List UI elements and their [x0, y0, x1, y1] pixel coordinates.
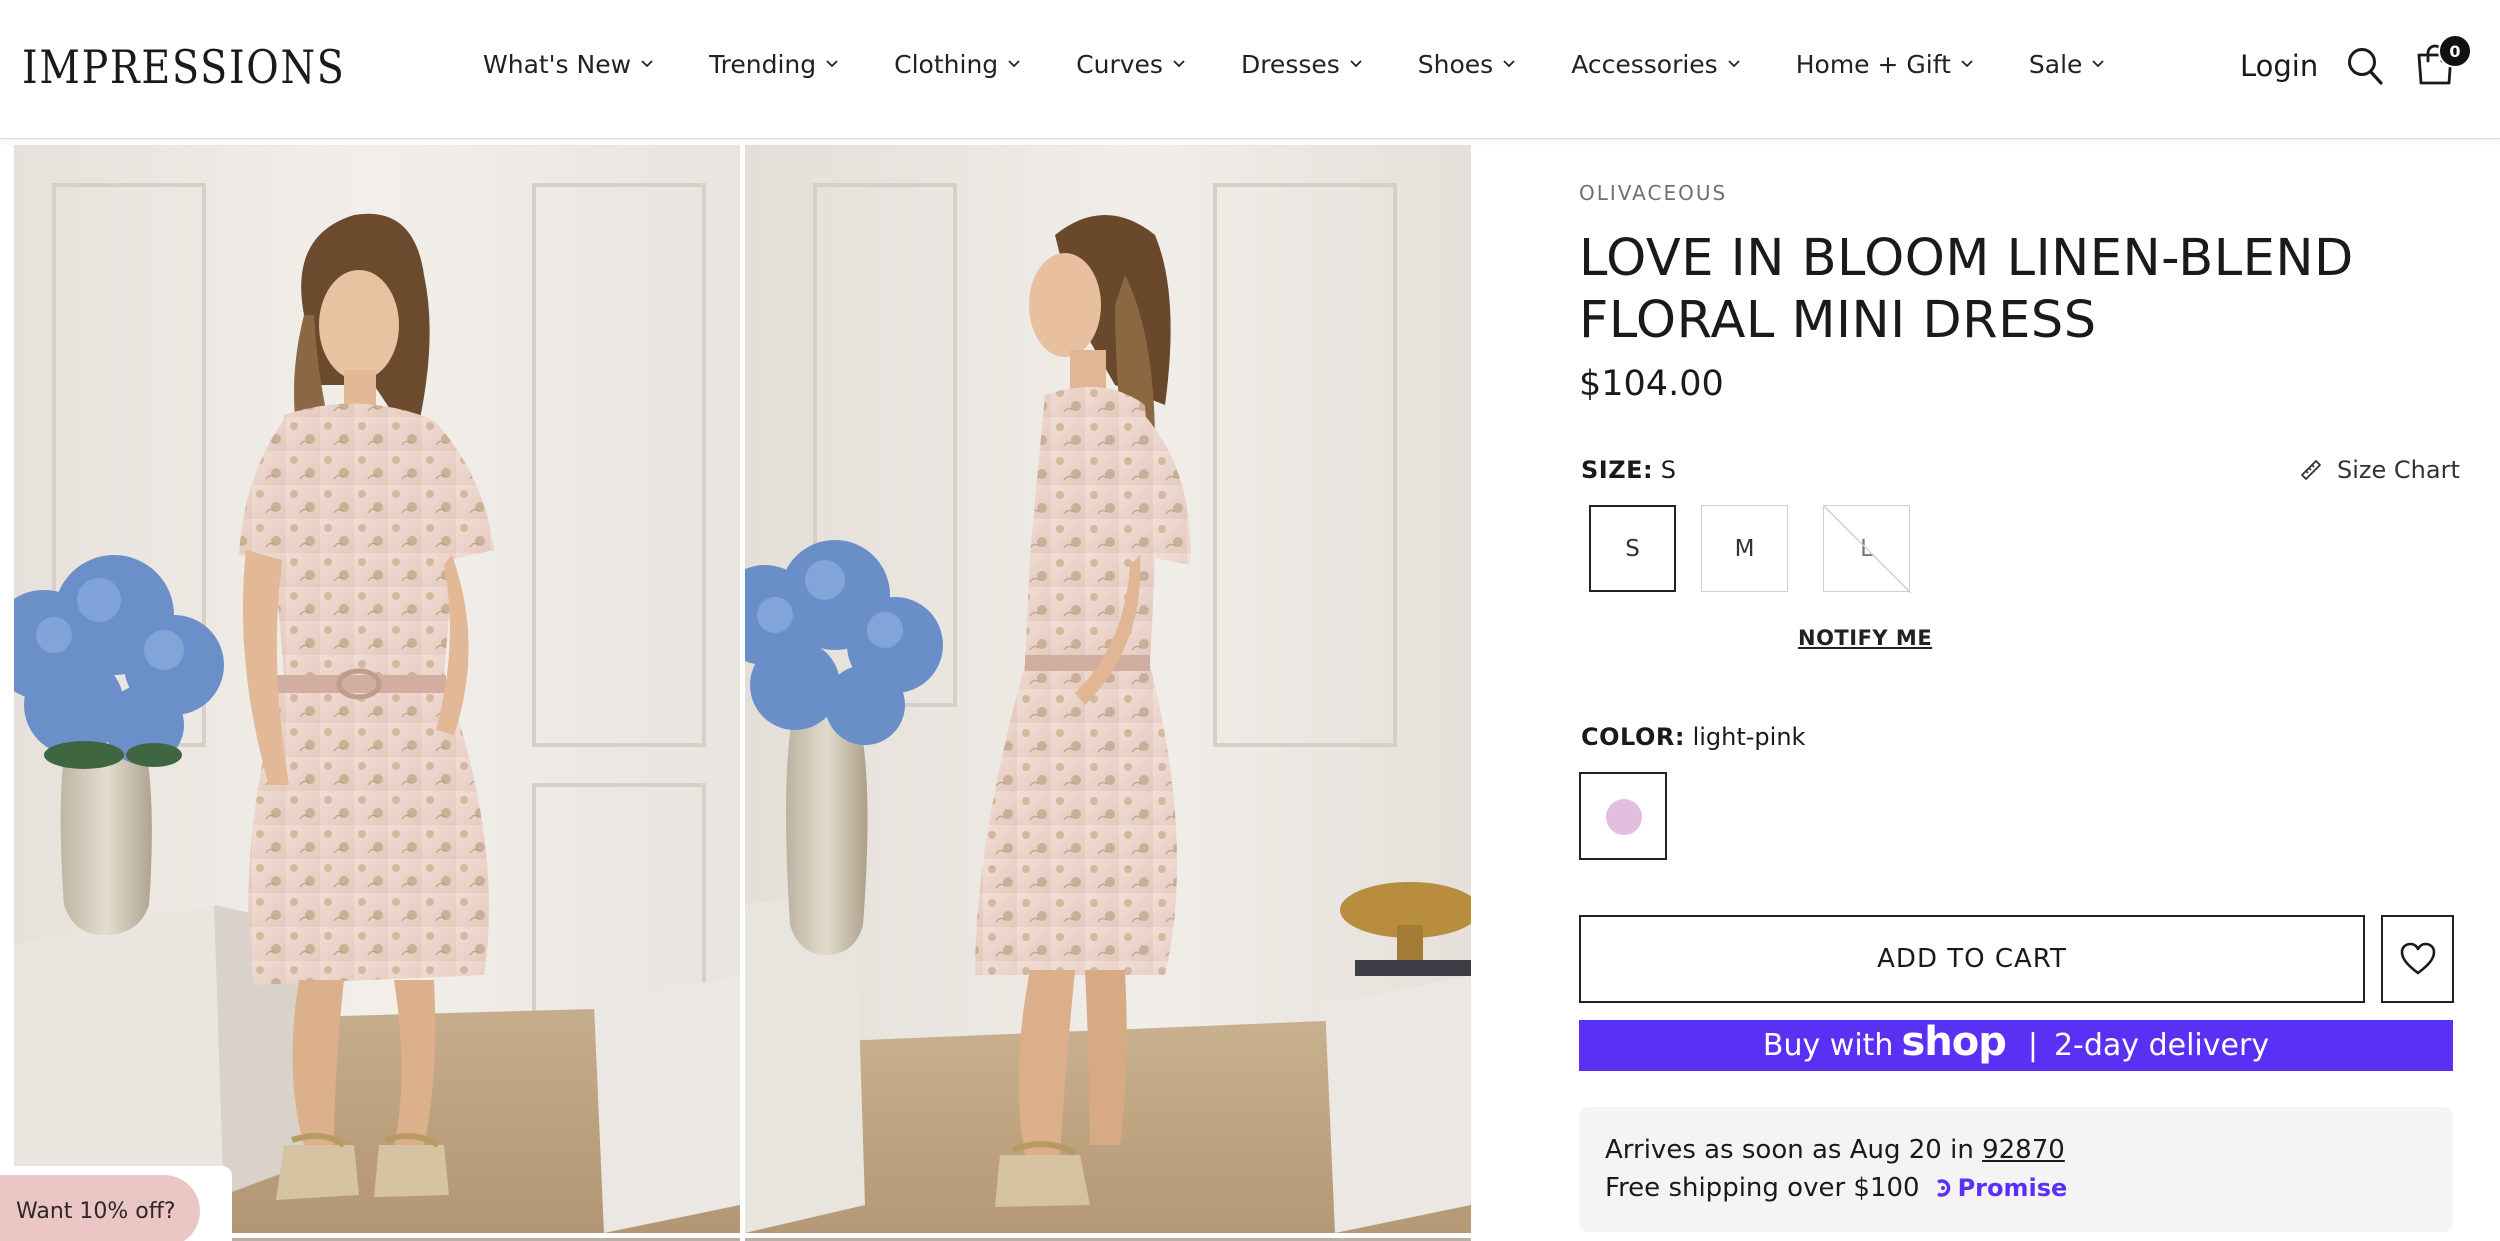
- chevron-down-icon: [1008, 59, 1020, 67]
- nav-item-curves[interactable]: Curves: [1076, 50, 1185, 79]
- size-option-m[interactable]: M: [1701, 505, 1788, 592]
- delivery-estimate-text: Arrives as soon as Aug 20 in: [1605, 1135, 1974, 1165]
- cart-count-badge: 0: [2438, 34, 2472, 68]
- color-swatch-light-pink[interactable]: [1579, 772, 1667, 860]
- shop-pay-button[interactable]: Buy with shop | 2-day delivery: [1579, 1018, 2453, 1071]
- promise-badge-label: Promise: [1957, 1174, 2068, 1202]
- chevron-down-icon: [1350, 59, 1362, 67]
- nav-item-whats-new[interactable]: What's New: [483, 50, 653, 79]
- free-shipping-text: Free shipping over $100: [1605, 1173, 1920, 1203]
- nav-item-accessories[interactable]: Accessories: [1571, 50, 1740, 79]
- swatch-color-dot: [1606, 799, 1642, 835]
- shop-pay-logo: shop: [1901, 1018, 2006, 1065]
- delivery-estimate: Arrives as soon as Aug 20 in 92870: [1605, 1135, 2065, 1165]
- notify-me-link[interactable]: NOTIFY ME: [1798, 626, 1932, 650]
- color-selected-value: light-pink: [1692, 723, 1806, 751]
- chevron-down-icon: [1503, 59, 1515, 67]
- nav-item-clothing[interactable]: Clothing: [894, 50, 1020, 79]
- chevron-down-icon: [2092, 59, 2105, 67]
- site-logo[interactable]: IMPRESSIONS: [22, 40, 346, 94]
- size-selected-value: S: [1660, 456, 1676, 484]
- size-option-label: S: [1625, 535, 1640, 562]
- main-nav: What's New Trending Clothing Curves Dres…: [483, 50, 2160, 79]
- shop-pay-suffix: 2-day delivery: [2053, 1028, 2270, 1063]
- product-price: $104.00: [1579, 364, 1724, 404]
- promise-badge[interactable]: Promise: [1934, 1174, 2068, 1202]
- login-link[interactable]: Login: [2240, 49, 2318, 83]
- chevron-down-icon: [641, 59, 653, 67]
- color-label: COLOR: light-pink: [1581, 723, 1805, 751]
- nav-item-dresses[interactable]: Dresses: [1241, 50, 1362, 79]
- product-vendor[interactable]: OLIVACEOUS: [1579, 181, 1727, 205]
- nav-item-sale[interactable]: Sale: [2029, 50, 2105, 79]
- size-option-label: M: [1734, 535, 1755, 562]
- product-image-side[interactable]: [745, 145, 1471, 1233]
- shop-pay-separator: |: [2027, 1028, 2038, 1063]
- color-label-key: COLOR:: [1581, 723, 1685, 751]
- nav-item-home-gift[interactable]: Home + Gift: [1796, 50, 1973, 79]
- add-to-cart-button[interactable]: ADD TO CART: [1579, 915, 2365, 1003]
- size-option-l-unavailable[interactable]: L: [1823, 505, 1911, 593]
- promise-logo-icon: [1936, 1179, 1950, 1197]
- nav-item-shoes[interactable]: Shoes: [1418, 50, 1515, 79]
- nav-item-label: Clothing: [894, 50, 999, 79]
- chevron-down-icon: [1728, 59, 1740, 67]
- nav-item-trending[interactable]: Trending: [709, 50, 838, 79]
- product-image-front[interactable]: [14, 145, 740, 1233]
- nav-item-label: Sale: [2028, 50, 2083, 79]
- nav-item-label: What's New: [483, 50, 632, 79]
- chevron-down-icon: [826, 59, 838, 67]
- nav-item-label: Accessories: [1571, 50, 1718, 79]
- nav-item-label: Curves: [1076, 50, 1163, 79]
- size-chart-label: Size Chart: [2337, 456, 2460, 484]
- search-icon[interactable]: [2346, 46, 2384, 86]
- nav-item-label: Dresses: [1240, 50, 1340, 79]
- product-title: LOVE IN BLOOM LINEN-BLEND FLORAL MINI DR…: [1579, 229, 2354, 350]
- site-header: IMPRESSIONS What's New Trending Clothing…: [0, 0, 2500, 139]
- product-gallery: [14, 145, 1471, 1241]
- delivery-promise-box: Arrives as soon as Aug 20 in 92870 Free …: [1579, 1107, 2453, 1232]
- heart-icon: [2400, 942, 2435, 975]
- size-chart-link[interactable]: Size Chart: [2299, 456, 2460, 484]
- chevron-down-icon: [1961, 59, 1973, 67]
- discount-popup-button[interactable]: Want 10% off?: [0, 1175, 200, 1241]
- ruler-icon: [2301, 460, 2321, 480]
- nav-item-label: Home + Gift: [1795, 50, 1951, 79]
- wishlist-button[interactable]: [2381, 915, 2454, 1003]
- size-label-key: SIZE:: [1581, 456, 1654, 484]
- zip-code-link[interactable]: 92870: [1982, 1135, 2065, 1165]
- size-label: SIZE: S: [1581, 456, 1676, 484]
- free-shipping-line: Free shipping over $100 Promise: [1605, 1173, 2067, 1203]
- size-option-s[interactable]: S: [1589, 505, 1676, 592]
- strikethrough-icon: [1824, 506, 1911, 593]
- shop-pay-prefix: Buy with: [1762, 1028, 1894, 1063]
- chevron-down-icon: [1173, 59, 1185, 67]
- nav-item-label: Trending: [709, 50, 817, 79]
- nav-item-label: Shoes: [1417, 50, 1494, 79]
